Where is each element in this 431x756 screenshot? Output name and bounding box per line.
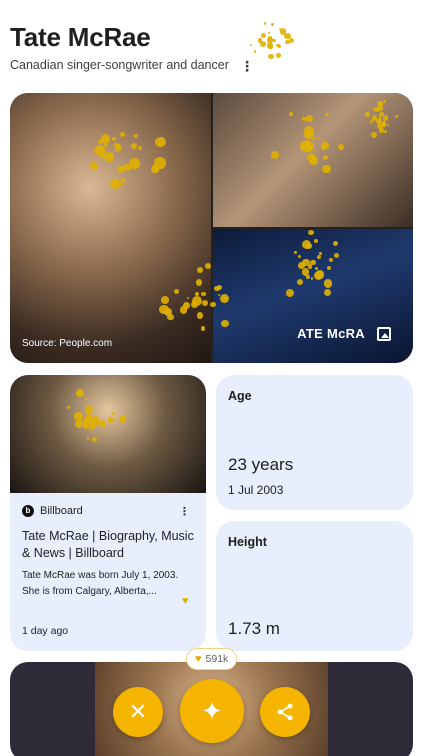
image-icon[interactable]: [377, 327, 391, 341]
news-thumbnail: [10, 375, 206, 493]
news-source-row: b Billboard: [22, 505, 83, 517]
share-icon: [277, 703, 293, 721]
news-card[interactable]: b Billboard ⋮ Tate McRae | Biography, Mu…: [10, 375, 206, 651]
entity-title: Tate McRae: [10, 22, 151, 52]
close-button[interactable]: ✕: [113, 687, 163, 737]
splatter-dot: [257, 37, 263, 43]
more-options-icon[interactable]: ⋮: [240, 58, 254, 75]
splatter-dot: [271, 23, 275, 27]
splatter-dot: [267, 37, 274, 44]
splatter-dot: [278, 44, 282, 48]
splatter-dot: [259, 38, 263, 42]
news-publisher: Billboard: [40, 505, 83, 517]
splatter-dot: [279, 28, 286, 35]
splatter-dot: [259, 41, 266, 48]
sparkle-icon: ✦: [201, 695, 223, 726]
entity-description: Canadian singer-songwriter and dancer: [10, 58, 229, 72]
news-title[interactable]: Tate McRae | Biography, Music & News | B…: [22, 528, 198, 562]
splatter-dot: [253, 50, 257, 53]
gallery-photo-main[interactable]: [10, 93, 211, 363]
birth-date: 1 Jul 2003: [228, 483, 284, 497]
splatter-dot: [267, 35, 272, 40]
likes-badge[interactable]: ♥ 591k: [186, 648, 238, 670]
sparkle-button[interactable]: ✦: [180, 679, 244, 743]
age-card[interactable]: Age 23 years 1 Jul 2003: [216, 375, 413, 510]
splatter-dot: [268, 44, 273, 49]
splatter-dot: [289, 37, 295, 44]
news-snippet: Tate McRae was born July 1, 2003. She is…: [22, 570, 179, 597]
photo-overlay-text: ATE McRA: [297, 326, 365, 341]
splatter-dot: [285, 39, 290, 44]
splatter-dot: [276, 53, 281, 59]
likes-count: 591k: [205, 653, 229, 665]
splatter-dot: [249, 43, 253, 47]
heart-icon: ♥: [195, 653, 202, 665]
splatter-dot: [272, 38, 276, 43]
gallery-photo-top-right[interactable]: [213, 93, 413, 227]
image-gallery[interactable]: Source: People.com ATE McRA: [10, 93, 413, 363]
billboard-logo-icon: b: [22, 505, 34, 517]
splatter-dot: [266, 42, 274, 49]
height-value: 1.73 m: [228, 619, 280, 638]
height-label: Height: [228, 535, 267, 549]
splatter-dot: [268, 36, 273, 41]
splatter-dot: [267, 37, 273, 43]
splatter-dot: [263, 22, 266, 25]
splatter-dot: [267, 31, 270, 34]
age-label: Age: [228, 389, 252, 403]
news-timestamp: 1 day ago: [22, 625, 69, 637]
splatter-dot: [260, 33, 266, 39]
gallery-photo-bottom-right[interactable]: [213, 229, 413, 363]
image-source-label: Source: People.com: [22, 338, 113, 349]
heart-icon: ♥: [182, 595, 189, 607]
splatter-dot: [284, 32, 291, 40]
height-card[interactable]: Height 1.73 m: [216, 521, 413, 651]
splatter-dot: [268, 53, 274, 59]
splatter-dot: [276, 43, 281, 48]
news-more-options-icon[interactable]: ⋮: [179, 505, 190, 518]
share-button[interactable]: [260, 687, 310, 737]
age-value: 23 years: [228, 455, 294, 474]
close-icon: ✕: [128, 699, 148, 724]
splatter-dot: [269, 38, 272, 42]
splatter-dot: [278, 28, 281, 31]
